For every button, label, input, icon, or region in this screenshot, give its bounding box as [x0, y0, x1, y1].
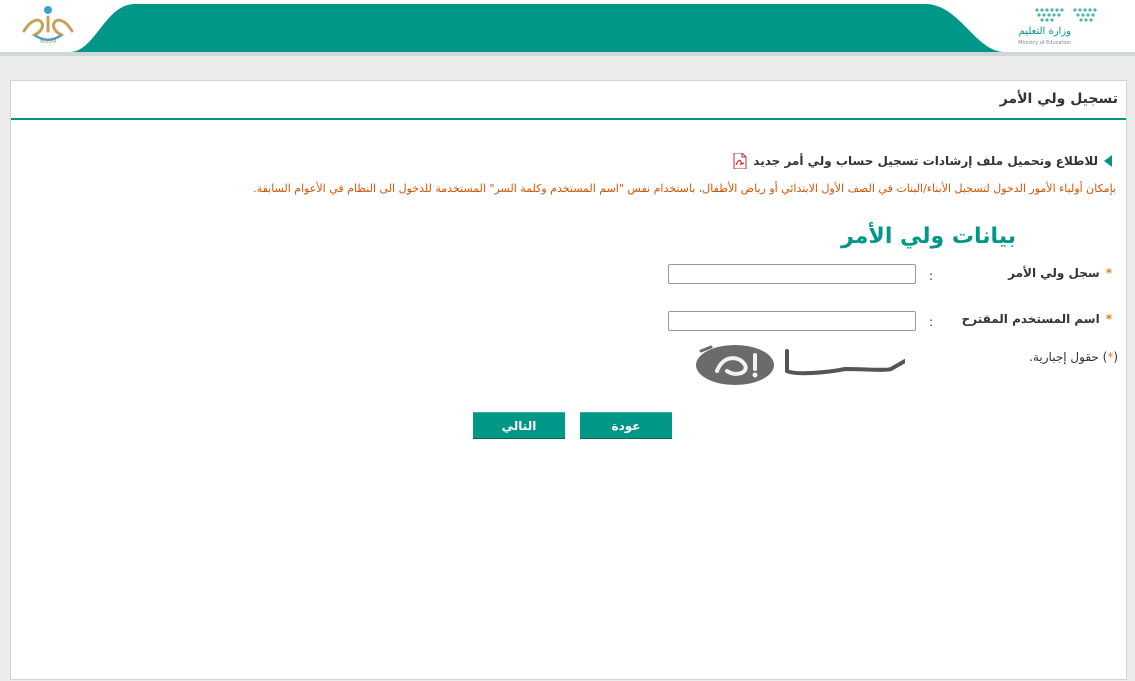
back-button[interactable]: عودة — [580, 412, 672, 438]
pdf-icon[interactable] — [733, 152, 747, 170]
notice-text: بإمكان أولياء الأمور الدخول لتسجيل الأبن… — [253, 182, 1116, 195]
required-star: * — [1105, 266, 1112, 280]
field-separator: : — [929, 269, 934, 283]
guide-row: للاطلاع وتحميل ملف إرشادات تسجيل حساب ول… — [733, 152, 1112, 170]
field-separator: : — [929, 315, 934, 329]
ministry-name-en: Ministry of Education — [1018, 40, 1071, 46]
arrow-left-icon — [1104, 155, 1112, 167]
field-label-text: سجل ولي الأمر — [1008, 266, 1100, 280]
noor-logo-text: NOOR — [40, 39, 58, 45]
site-header: NOOR وزارة التعليم Ministry of Education — [0, 0, 1135, 56]
suggested-username-input[interactable] — [668, 311, 916, 331]
captcha-image — [696, 345, 905, 385]
header-band — [70, 4, 1005, 52]
main-panel: تسجيل ولي الأمر للاطلاع وتحميل ملف إرشاد… — [10, 80, 1127, 680]
field-label-username: * اسم المستخدم المقترح — [962, 312, 1112, 326]
section-title: بيانات ولي الأمر — [841, 224, 1016, 249]
ministry-logo[interactable]: وزارة التعليم Ministry of Education — [1001, 4, 1101, 48]
required-star: * — [1105, 312, 1112, 326]
mandatory-fields-note: (*) حقول إجبارية. — [1029, 350, 1118, 364]
field-label-guardian-id: * سجل ولي الأمر — [1008, 266, 1112, 280]
guardian-id-input[interactable] — [668, 264, 916, 284]
page-title: تسجيل ولي الأمر — [999, 91, 1118, 107]
noor-logo[interactable]: NOOR — [16, 3, 80, 47]
header-bottom-strip — [0, 52, 1135, 56]
field-label-text: اسم المستخدم المقترح — [961, 312, 1100, 326]
next-button[interactable]: التالي — [473, 412, 565, 438]
ministry-dots-icon — [1035, 8, 1097, 22]
note-text: ) حقول إجبارية. — [1029, 350, 1108, 364]
noor-logo-icon — [22, 6, 74, 41]
note-paren: ( — [1113, 350, 1118, 364]
guide-download-link[interactable]: للاطلاع وتحميل ملف إرشادات تسجيل حساب ول… — [753, 154, 1098, 168]
ministry-name-ar: وزارة التعليم — [1018, 26, 1071, 37]
title-divider — [11, 118, 1126, 120]
